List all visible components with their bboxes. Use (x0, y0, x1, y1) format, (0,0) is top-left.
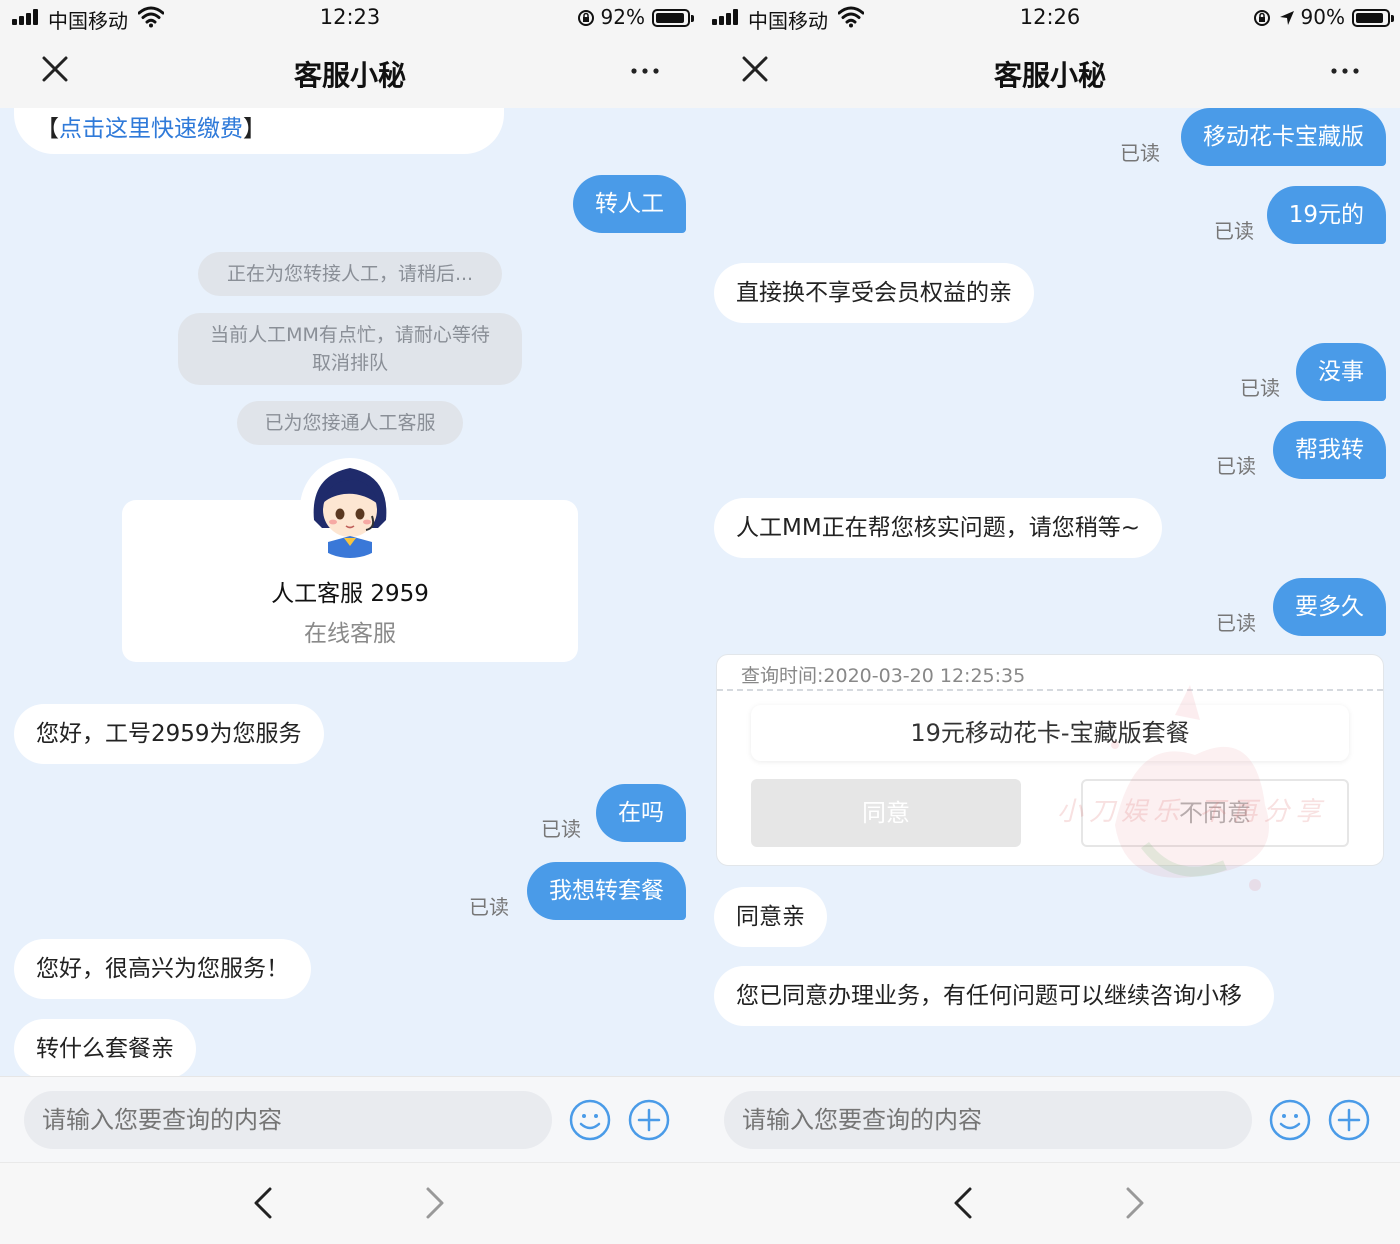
plus-icon[interactable] (1328, 1099, 1370, 1141)
order-confirm-card: 查询时间:2020-03-20 12:25:35 19元移动花卡-宝藏版套餐 同… (716, 654, 1384, 891)
bracket-close: 】 (243, 116, 266, 142)
pay-message: 【点击这里快速缴费】 (14, 108, 504, 154)
browser-bottom-bar (700, 1162, 1400, 1244)
chat-area[interactable]: 【点击这里快速缴费】 转人工 正在为您转接人工，请稍后... 当前人工MM有点忙… (0, 108, 700, 1076)
rotation-lock-icon (1254, 10, 1270, 26)
agent-name: 人工客服 2959 (271, 581, 429, 607)
input-bar (700, 1076, 1400, 1162)
read-receipt: 已读 (1240, 376, 1280, 400)
nav-bar: 客服小秘 (0, 36, 700, 108)
battery-icon (1352, 9, 1394, 27)
emoji-icon[interactable] (1269, 1099, 1311, 1141)
more-icon[interactable] (628, 54, 662, 88)
system-notice: 正在为您转接人工，请稍后... (198, 252, 502, 296)
dashed-divider (717, 689, 1383, 691)
forward-arrow-icon[interactable] (1118, 1185, 1150, 1221)
read-receipt: 已读 (1216, 611, 1256, 635)
read-receipt: 已读 (469, 895, 509, 919)
bracket-open: 【 (36, 116, 59, 142)
input-bar (0, 1076, 700, 1162)
page-title: 客服小秘 (993, 59, 1106, 92)
outgoing-message: 移动花卡宝藏版 (1181, 108, 1386, 166)
read-receipt: 已读 (541, 817, 581, 841)
quick-pay-link[interactable]: 点击这里快速缴费 (59, 116, 243, 142)
system-notice-text: 当前人工MM有点忙，请耐心等待 (210, 324, 490, 346)
chat-area[interactable]: 已读 移动花卡宝藏版 已读 19元的 直接换不享受会员权益的亲 已读 没事 已读… (700, 108, 1400, 1076)
agree-button[interactable]: 同意 (751, 779, 1021, 847)
read-receipt: 已读 (1214, 219, 1254, 243)
plus-icon[interactable] (628, 1099, 670, 1141)
status-time: 12:26 (1019, 5, 1081, 29)
rotation-lock-icon (578, 10, 594, 26)
watermark-text: 小刀娱乐 不再分享 (1057, 797, 1328, 827)
plan-name: 19元移动花卡-宝藏版套餐 (751, 705, 1349, 761)
left-phone-screen: 中国移动 12:23 92% 客服小秘 【点击这里快速缴费】 转人工 正在为您转 (0, 0, 700, 1244)
right-phone-screen: 中国移动 12:26 90% 客服小秘 已读 移动花卡宝藏版 已读 19元的 直… (700, 0, 1400, 1244)
incoming-message: 您好，工号2959为您服务 (14, 704, 324, 764)
agent-avatar (300, 458, 400, 558)
outgoing-message: 没事 (1296, 343, 1386, 401)
incoming-message: 转什么套餐亲 (14, 1019, 196, 1076)
agent-avatar-icon (302, 460, 398, 558)
outgoing-message: 帮我转 (1273, 421, 1386, 479)
battery-percent: 90% (1300, 5, 1345, 29)
message-input[interactable] (24, 1091, 552, 1149)
outgoing-message: 转人工 (573, 175, 686, 233)
cancel-queue-link[interactable]: 取消排队 (198, 349, 502, 377)
incoming-message: 您已同意办理业务，有任何问题可以继续咨询小移 (714, 966, 1274, 1026)
read-receipt: 已读 (1216, 454, 1256, 478)
battery-percent: 92% (600, 5, 645, 29)
nav-bar: 客服小秘 (700, 36, 1400, 108)
back-arrow-icon[interactable] (948, 1185, 980, 1221)
incoming-message: 同意亲 (714, 887, 827, 947)
battery-icon (652, 9, 694, 27)
system-notice: 已为您接通人工客服 (237, 401, 463, 445)
browser-bottom-bar (0, 1162, 700, 1244)
location-arrow-icon (1280, 11, 1294, 25)
agent-role: 在线客服 (304, 621, 396, 647)
emoji-icon[interactable] (569, 1099, 611, 1141)
message-input[interactable] (724, 1091, 1252, 1149)
query-time: 查询时间:2020-03-20 12:25:35 (741, 665, 1026, 687)
back-arrow-icon[interactable] (248, 1185, 280, 1221)
page-title: 客服小秘 (293, 59, 406, 92)
status-time: 12:23 (319, 5, 381, 29)
forward-arrow-icon[interactable] (418, 1185, 450, 1221)
incoming-message: 直接换不享受会员权益的亲 (714, 263, 1034, 323)
status-bar: 中国移动 12:23 92% (0, 0, 700, 36)
outgoing-message: 我想转套餐 (527, 862, 686, 920)
outgoing-message: 在吗 (596, 784, 686, 842)
outgoing-message: 要多久 (1273, 578, 1386, 636)
outgoing-message: 19元的 (1266, 186, 1386, 244)
system-notice: 当前人工MM有点忙，请耐心等待 取消排队 (178, 313, 522, 385)
incoming-message: 人工MM正在帮您核实问题，请您稍等~ (714, 498, 1162, 558)
read-receipt: 已读 (1120, 141, 1160, 165)
more-icon[interactable] (1328, 54, 1362, 88)
status-bar: 中国移动 12:26 90% (700, 0, 1400, 36)
incoming-message: 您好，很高兴为您服务！ (14, 939, 311, 999)
